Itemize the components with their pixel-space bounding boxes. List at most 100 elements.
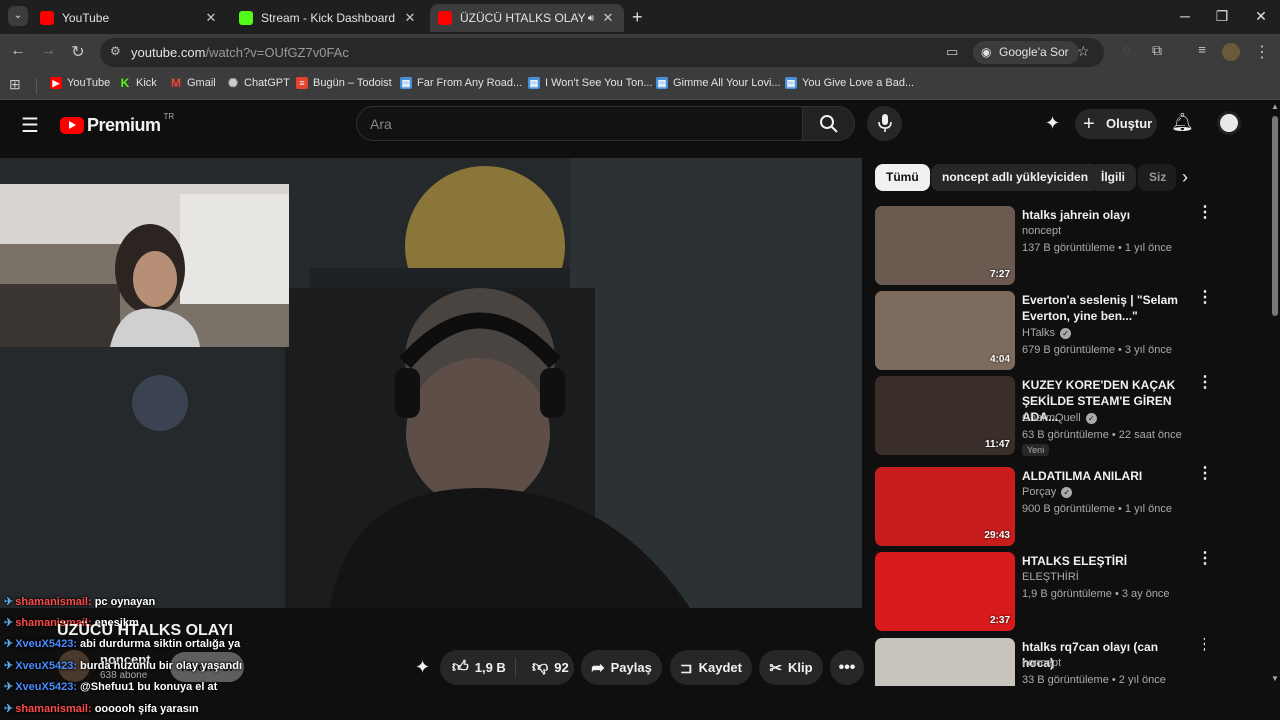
back-arrow-icon[interactable]: ← [8,42,28,60]
tab-youtube[interactable]: YouTube ✕ [32,4,227,32]
ai-sparkle-icon[interactable]: ✦ [1045,113,1060,134]
chevron-right-icon[interactable]: › [1182,167,1188,188]
create-button[interactable]: + Oluştur [1075,109,1157,139]
related-video[interactable]: 2:37 HTALKS ELEŞTİRİ ELEŞTHİRİ 1,9 B gör… [875,551,1213,632]
sword-icon: ✈ [4,660,14,672]
browser-menu-icon[interactable]: ⋮ [1252,42,1272,62]
media-control-icon[interactable]: ≡ [1192,42,1212,57]
more-vertical-icon[interactable]: ⋮ [1197,466,1213,482]
ai-sparkle-icon[interactable]: ✦ [415,657,430,678]
bookmark-todoist[interactable]: ≡ Bugün – Todoist [296,77,392,89]
tab-kick-dashboard[interactable]: Stream - Kick Dashboard ✕ [231,4,426,32]
bookmark-kick[interactable]: K Kick [119,77,157,89]
related-channel[interactable]: noncept [1022,657,1061,669]
tab-active-video[interactable]: ÜZÜCÜ HTALKS OLAYI - You 🔊︎ ✕ [430,4,624,32]
scroll-up-icon[interactable]: ▲ [1271,102,1279,111]
close-tab-icon[interactable]: ✕ [402,10,418,26]
save-button[interactable]: ⊐ Kaydet [670,650,752,685]
audio-playing-icon[interactable]: 🔊︎ [588,13,594,24]
youtube-play-icon [60,117,84,134]
more-vertical-icon[interactable]: ⋮ [1197,551,1213,567]
thumbs-up-icon: 👍︎ [452,659,469,676]
related-video[interactable]: 29:43 ALDATILMA ANILARI Porçay ✓ 900 B gö… [875,466,1213,547]
address-bar[interactable]: ⚙ youtube.com/watch?v=OUfGZ7v0FAc ▭ ◉ Go… [100,38,1104,67]
search-button[interactable] [803,106,855,141]
related-video[interactable]: htalks rq7can olayı (can hoca) noncept 3… [875,638,1205,686]
search-input[interactable] [370,116,770,132]
more-vertical-icon[interactable]: ⋮ [1197,375,1213,391]
related-channel[interactable]: Porçay ✓ [1022,486,1073,498]
more-vertical-icon[interactable]: ⋮ [1197,638,1205,653]
related-title[interactable]: htalks jahrein olayı [1022,207,1192,223]
chip-all[interactable]: Tümü [875,164,930,191]
video-thumbnail[interactable] [875,638,1015,686]
related-channel[interactable]: HTalks ✓ [1022,327,1072,339]
video-thumbnail[interactable]: 29:43 [875,467,1015,546]
verified-check-icon: ✓ [1085,412,1097,424]
related-video[interactable]: 4:04 Everton'a sesleniş | "Selam Everton… [875,290,1213,371]
profile-avatar[interactable] [1222,43,1240,61]
chip-for-you[interactable]: Siz [1138,164,1176,191]
tab-search-button[interactable]: ⌄ [8,6,28,26]
bookmark-chatgpt[interactable]: ✺ ChatGPT [227,77,290,89]
account-avatar[interactable] [1217,111,1241,135]
bookmark-doc-4[interactable]: ▤ You Give Love a Bad... [785,77,914,89]
related-channel[interactable]: noncept [1022,225,1061,237]
video-thumbnail[interactable]: 4:04 [875,291,1015,370]
reload-icon[interactable]: ↻ [68,42,88,62]
bookmark-star-icon[interactable]: ☆ [1077,43,1090,60]
cast-icon[interactable]: ▭ [946,44,958,60]
close-tab-icon[interactable]: ✕ [600,10,616,26]
youtube-header: ☰ Premium TR ✦ + Oluştur 🔔︎ [0,100,1270,150]
dislike-button[interactable]: 👎︎ 92 [522,658,569,677]
apps-grid-icon[interactable]: ⊞ [9,76,21,93]
related-title[interactable]: ALDATILMA ANILARI [1022,468,1192,484]
minimize-button[interactable]: ─ [1170,8,1200,24]
more-actions-button[interactable]: ••• [830,650,864,685]
page-scrollbar[interactable]: ▲ ▼ [1270,100,1280,685]
chip-related[interactable]: İlgili [1090,164,1136,191]
doc-icon: ▤ [785,77,797,89]
related-channel[interactable]: CharmQuell ✓ [1022,412,1097,424]
google-lens-button[interactable]: ◉ Google'a Sor [973,41,1079,64]
webcam-overlay [0,184,289,347]
url-path: /watch?v=OUfGZ7v0FAc [205,45,349,60]
bookmark-doc-3[interactable]: ▤ Gimme All Your Lovi... [656,77,781,89]
duration-badge: 29:43 [984,530,1010,541]
scroll-down-icon[interactable]: ▼ [1271,674,1279,683]
hamburger-menu-icon[interactable]: ☰ [21,113,39,138]
related-title[interactable]: HTALKS ELEŞTİRİ [1022,553,1192,569]
like-button[interactable]: 👍︎ 1,9 B [440,658,516,677]
extension-icon[interactable]: ◌ [1117,42,1137,57]
related-video[interactable]: 7:27 htalks jahrein olayı noncept 137 B … [875,205,1213,286]
maximize-button[interactable]: ❐ [1207,8,1237,25]
video-thumbnail[interactable]: 11:47 [875,376,1015,455]
bookmark-gmail[interactable]: M Gmail [170,77,216,89]
tab-title: ÜZÜCÜ HTALKS OLAYI - You [460,11,585,25]
bookmark-doc-1[interactable]: ▤ Far From Any Road... [400,77,522,89]
bookmark-doc-2[interactable]: ▤ I Won't See You Ton... [528,77,653,89]
video-thumbnail[interactable]: 2:37 [875,552,1015,631]
site-info-icon[interactable]: ⚙ [110,44,121,58]
voice-search-button[interactable] [867,106,902,141]
forward-arrow-icon[interactable]: → [38,42,58,60]
more-vertical-icon[interactable]: ⋮ [1197,205,1213,221]
related-video[interactable]: 11:47 KUZEY KORE'DEN KAÇAK ŞEKİLDE STEAM… [875,375,1213,456]
scrollbar-thumb[interactable] [1272,116,1278,316]
clip-button[interactable]: ✂ Klip [759,650,823,685]
related-channel[interactable]: ELEŞTHİRİ [1022,571,1079,583]
more-vertical-icon[interactable]: ⋮ [1197,290,1213,306]
close-tab-icon[interactable]: ✕ [203,10,219,26]
url-text[interactable]: youtube.com/watch?v=OUfGZ7v0FAc [131,45,349,60]
chip-from-uploader[interactable]: noncept adlı yükleyiciden [931,164,1100,191]
bookmark-youtube[interactable]: ▶ YouTube [50,77,110,89]
youtube-logo[interactable]: Premium TR [60,112,174,136]
extensions-puzzle-icon[interactable]: ⧉ [1147,42,1167,59]
close-window-button[interactable]: ✕ [1246,8,1276,25]
share-button[interactable]: ➦ Paylaş [581,650,662,685]
related-title[interactable]: Everton'a sesleniş | "Selam Everton, yin… [1022,292,1192,324]
new-badge: Yeni [1022,444,1050,456]
video-thumbnail[interactable]: 7:27 [875,206,1015,285]
notifications-bell-icon[interactable]: 🔔︎ [1171,112,1194,133]
new-tab-button[interactable]: + [632,7,643,28]
